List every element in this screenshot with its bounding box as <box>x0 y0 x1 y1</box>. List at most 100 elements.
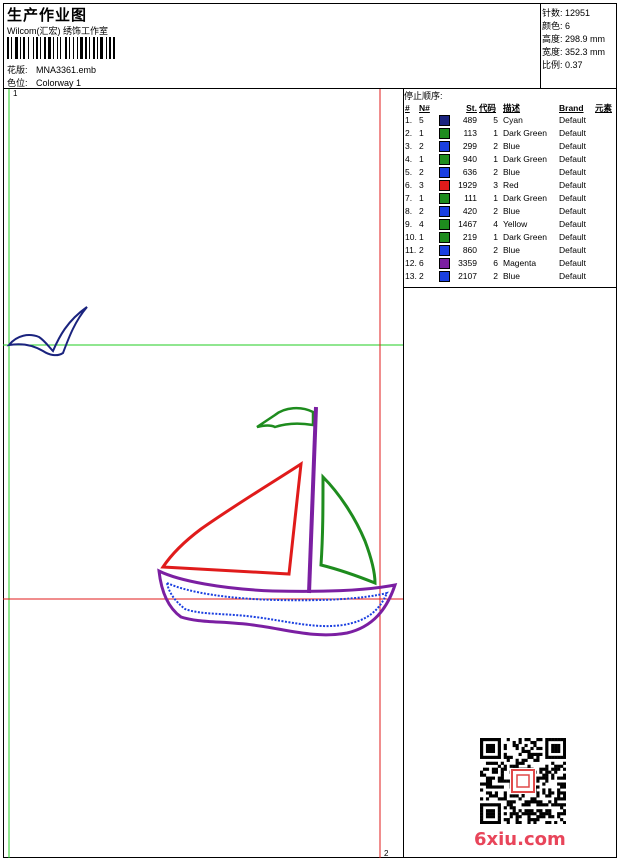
brand-name: Default <box>559 206 586 216</box>
column-header: N# <box>419 102 430 113</box>
color-code: 2 <box>493 167 498 177</box>
needle-number: 2 <box>419 245 424 255</box>
color-description: Blue <box>503 167 521 177</box>
color-swatch-icon <box>439 193 450 205</box>
stat-value: 0.37 <box>565 60 583 70</box>
table-row: 13. 2 2107 2 Blue Default <box>404 270 617 283</box>
color-swatch-icon <box>439 154 450 166</box>
brand-name: Default <box>559 167 586 177</box>
color-description: Blue <box>503 206 521 216</box>
stop-sequence-table: # N# St. 代码 描述 Brand 元素 1. 5 489 5 Cyan Defau… <box>404 101 617 283</box>
stat-value: 298.9 mm <box>565 34 606 44</box>
row-index: 3. <box>405 141 413 151</box>
stat-value: 6 <box>565 21 571 31</box>
needle-number: 4 <box>419 219 424 229</box>
design-label: 花版: <box>7 65 28 75</box>
needle-number: 6 <box>419 258 424 268</box>
element-cell <box>594 244 617 257</box>
element-cell <box>594 257 617 270</box>
color-swatch <box>438 270 452 283</box>
table-row: 9. 4 1467 4 Yellow Default <box>404 218 617 231</box>
brand-name: Default <box>559 232 586 242</box>
seal-stamp-icon <box>511 769 535 793</box>
element-cell <box>594 218 617 231</box>
needle-number: 1 <box>419 193 424 203</box>
color-code: 3 <box>493 180 498 190</box>
stat-value: 12951 <box>565 8 591 18</box>
color-swatch <box>438 192 452 205</box>
corner-label-top-left: 1 <box>13 89 18 98</box>
flag-shape <box>256 406 315 429</box>
stitch-count: 1467 <box>458 219 477 229</box>
color-description: Dark Green <box>503 193 547 203</box>
needle-number: 2 <box>419 206 424 216</box>
color-description: Magenta <box>503 258 537 268</box>
color-description: Yellow <box>503 219 528 229</box>
table-row: 3. 2 299 2 Blue Default <box>404 140 617 153</box>
color-swatch-icon <box>439 232 450 244</box>
corner-label-bottom-right: 2 <box>384 849 389 858</box>
color-description: Dark Green <box>503 232 547 242</box>
row-index: 2. <box>405 128 413 138</box>
color-swatch-icon <box>439 141 450 153</box>
color-code: 1 <box>493 154 498 164</box>
brand-name: Default <box>559 154 586 164</box>
mast-line <box>307 406 318 594</box>
company-name: Wilcom(汇宏) 绣饰工作室 <box>7 26 108 36</box>
stat-label: 宽度: <box>542 47 563 57</box>
stitch-count: 219 <box>462 232 477 242</box>
watermark-text: 6xiu.com <box>474 829 566 850</box>
color-code: 1 <box>493 128 498 138</box>
brand-name: Default <box>559 258 586 268</box>
color-swatch-icon <box>439 115 450 127</box>
color-code: 2 <box>493 245 498 255</box>
page-title: 生产作业图 <box>7 7 88 24</box>
row-index: 7. <box>405 193 413 203</box>
seagull-shape <box>6 306 88 357</box>
table-row: 1. 5 489 5 Cyan Default <box>404 114 617 127</box>
brand-name: Default <box>559 271 586 281</box>
barcode-image <box>7 37 115 59</box>
table-row: 12. 6 3359 6 Magenta Default <box>404 257 617 270</box>
column-header: 代码 <box>479 102 497 113</box>
brand-name: Default <box>559 128 586 138</box>
color-swatch <box>438 218 452 231</box>
table-row: 2. 1 113 1 Dark Green Default <box>404 127 617 140</box>
stitch-count: 113 <box>463 128 477 138</box>
needle-number: 5 <box>419 115 424 125</box>
color-description: Blue <box>503 271 521 281</box>
color-swatch-icon <box>439 258 450 270</box>
green-sail-shape <box>319 473 377 586</box>
element-cell <box>594 140 617 153</box>
needle-number: 2 <box>419 167 424 177</box>
row-index: 5. <box>405 167 413 177</box>
design-preview: 1 2 <box>3 89 403 858</box>
brand-name: Default <box>559 180 586 190</box>
color-swatch-icon <box>439 180 450 192</box>
color-code: 1 <box>493 193 498 203</box>
element-cell <box>594 192 617 205</box>
stitch-count: 860 <box>462 245 477 255</box>
stat-label: 比例: <box>542 60 563 70</box>
element-cell <box>594 179 617 192</box>
stitch-count: 2107 <box>458 271 477 281</box>
colorway-value: Colorway 1 <box>36 78 82 88</box>
row-index: 4. <box>405 154 413 164</box>
color-description: Blue <box>503 245 521 255</box>
table-row: 8. 2 420 2 Blue Default <box>404 205 617 218</box>
brand-name: Default <box>559 193 586 203</box>
stitch-count: 299 <box>462 141 477 151</box>
stat-label: 高度: <box>542 34 563 44</box>
row-index: 12. <box>405 258 417 268</box>
stitch-count: 111 <box>464 193 477 203</box>
brand-name: Default <box>559 115 586 125</box>
color-swatch-icon <box>439 206 450 218</box>
color-swatch <box>438 166 452 179</box>
needle-number: 2 <box>419 141 424 151</box>
needle-number: 3 <box>419 180 424 190</box>
color-code: 6 <box>493 258 498 268</box>
color-swatch <box>438 231 452 244</box>
element-cell <box>594 114 617 127</box>
row-index: 9. <box>405 219 413 229</box>
table-row: 7. 1 111 1 Dark Green Default <box>404 192 617 205</box>
